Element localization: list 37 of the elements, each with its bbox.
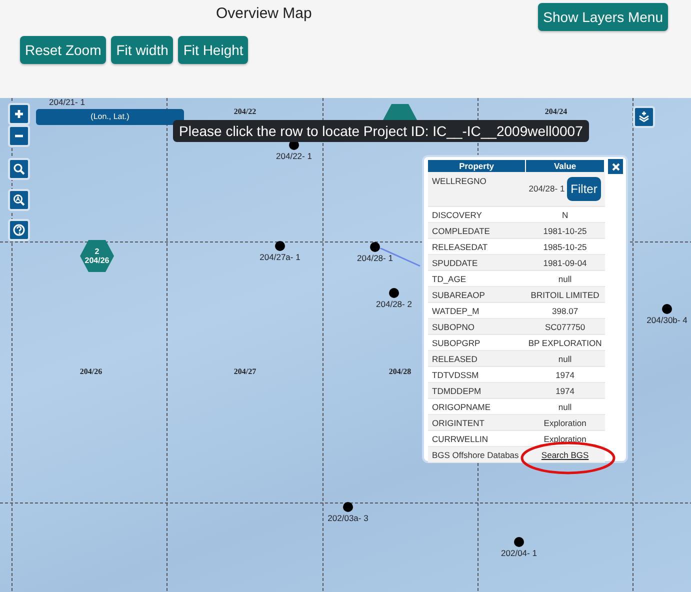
coordinates-bar: (Lon., Lat.) <box>36 109 184 125</box>
well-label: 202/03a- 3 <box>328 513 368 523</box>
block-label: 204/26 <box>80 367 102 376</box>
block-label: 204/28 <box>388 367 412 376</box>
well-label: 204/27a- 1 <box>260 252 300 262</box>
property-cell: SPUDDATE <box>428 254 526 270</box>
property-cell: COMPLEDATE <box>428 222 526 238</box>
value-cell: 1981-09-04 <box>526 254 604 270</box>
block-label: 204/24 <box>544 107 568 116</box>
property-cell: ORIGINTENT <box>428 414 526 430</box>
cluster-label: 204/26 <box>84 256 110 265</box>
well-label: 204/21- 1 <box>49 98 85 107</box>
well-label: 202/04- 1 <box>501 548 537 558</box>
tooltip: Please click the row to locate Project ID: IC__-IC__2009well0007 <box>173 120 589 142</box>
well-label: 204/30b- 4 <box>646 315 688 325</box>
value-cell: BRITOIL LIMITED <box>526 286 604 302</box>
value-cell: 204/28- 1 <box>528 183 565 194</box>
map-title: Overview Map <box>216 5 312 22</box>
column-header: Value <box>526 160 604 172</box>
value-cell: 1981-10-25 <box>526 222 604 238</box>
block-label: 204/22 <box>234 107 256 116</box>
property-cell: RELEASED <box>428 350 526 366</box>
value-cell: SC077750 <box>526 318 604 334</box>
property-cell: BGS Offshore Databas <box>428 446 526 462</box>
cluster-count: 2 <box>94 247 100 256</box>
column-header: Property <box>428 160 526 172</box>
property-cell: SUBAREAOP <box>428 286 526 302</box>
well-label: 204/28- 1 <box>357 253 393 263</box>
well-label: 204/28- 2 <box>376 299 412 309</box>
block-label: 204/27 <box>234 367 256 376</box>
property-cell: TDMDDEPM <box>428 382 526 398</box>
property-cell: SUBOPNO <box>428 318 526 334</box>
property-cell: WELLREGNO <box>428 172 526 206</box>
value-cell: 1974 <box>526 382 604 398</box>
value-cell: null <box>526 350 604 366</box>
well-label: 204/22- 1 <box>276 151 312 161</box>
value-cell: Exploration <box>526 414 604 430</box>
